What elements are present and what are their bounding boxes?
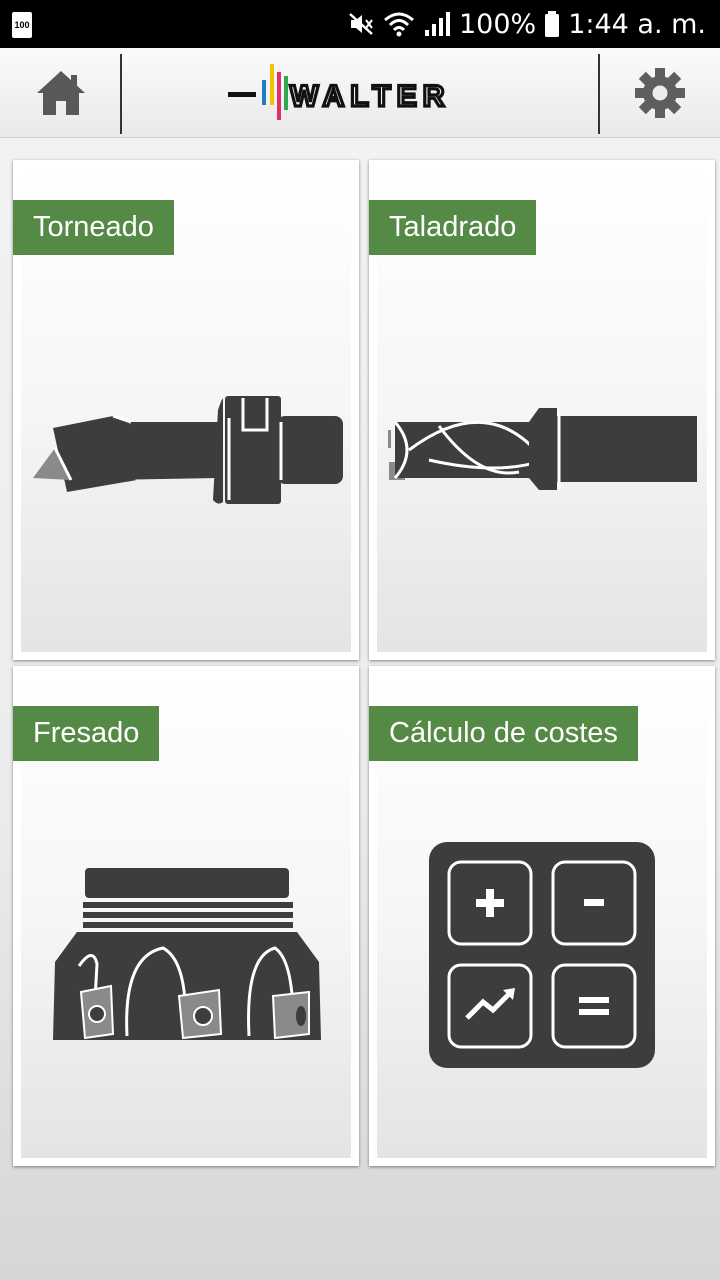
card-label: Taladrado <box>369 200 537 255</box>
logo-text: WALTER <box>290 80 450 113</box>
gear-icon <box>635 68 685 118</box>
battery-icon <box>545 11 560 37</box>
battery-small-icon: 100 <box>12 12 32 38</box>
mute-icon <box>349 13 373 35</box>
card-label: Fresado <box>13 706 160 761</box>
card-label: Torneado <box>13 200 174 255</box>
clock: 1:44 a. m. <box>568 8 706 40</box>
wifi-icon <box>384 12 414 37</box>
settings-button[interactable] <box>600 48 720 138</box>
home-button[interactable] <box>0 48 122 138</box>
header-divider <box>120 54 122 134</box>
card-cost-calculation[interactable]: Cálculo de costes <box>369 666 715 1166</box>
card-milling[interactable]: Fresado <box>13 666 359 1166</box>
battery-percent: 100% <box>458 8 537 40</box>
card-turning[interactable]: Torneado <box>13 160 359 660</box>
walter-logo: WALTER <box>228 64 450 120</box>
app-header: WALTER <box>0 48 720 138</box>
signal-icon <box>424 12 450 36</box>
card-label: Cálculo de costes <box>369 706 638 761</box>
status-bar: 100 100% 1:44 a. m. <box>0 0 720 48</box>
card-drilling[interactable]: Taladrado <box>369 160 715 660</box>
home-icon <box>37 71 85 115</box>
